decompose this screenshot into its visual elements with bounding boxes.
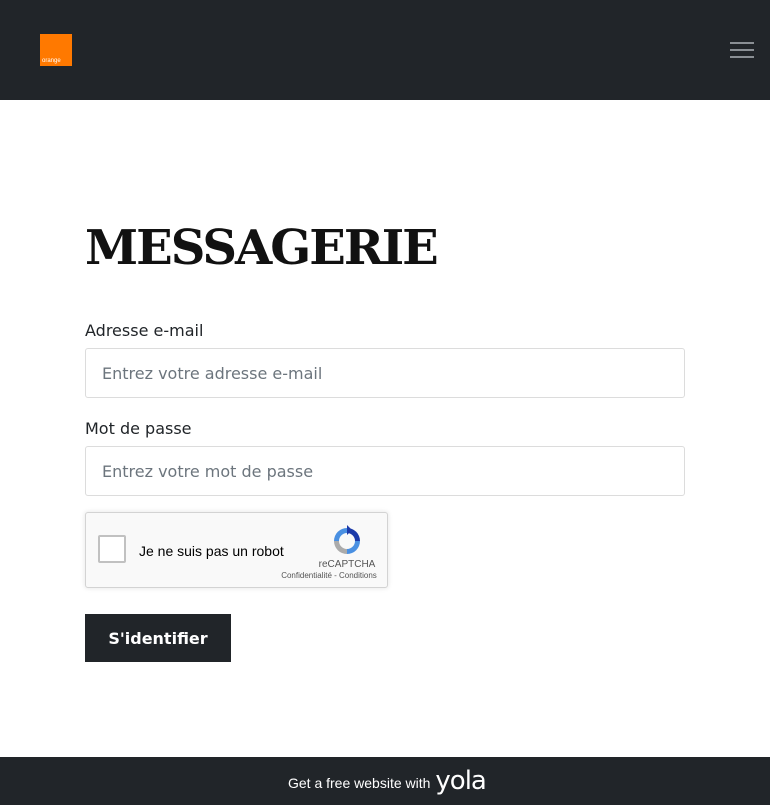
orange-logo[interactable]: orange	[40, 34, 72, 66]
login-button[interactable]: S'identifier	[85, 614, 231, 662]
yola-promo-link[interactable]: Get a free website with yola	[288, 766, 487, 796]
recaptcha-links[interactable]: Confidentialité - Conditions	[269, 571, 389, 580]
password-label: Mot de passe	[85, 419, 192, 438]
recaptcha-label: Je ne suis pas un robot	[139, 543, 284, 559]
logo-text: orange	[42, 58, 61, 64]
footer: Get a free website with yola	[0, 757, 770, 805]
recaptcha-widget: Je ne suis pas un robot reCAPTCHA Confid…	[85, 512, 388, 588]
footer-text: Get a free website with	[288, 775, 431, 791]
recaptcha-logo-icon	[334, 525, 360, 554]
page-title: MESSAGERIE	[85, 220, 439, 276]
top-nav-bar: orange	[0, 0, 770, 100]
password-field[interactable]	[85, 446, 685, 496]
recaptcha-brand: reCAPTCHA	[318, 559, 376, 570]
email-field[interactable]	[85, 348, 685, 398]
recaptcha-checkbox[interactable]	[98, 535, 126, 563]
hamburger-menu-icon[interactable]	[730, 42, 754, 58]
yola-logo: yola	[435, 766, 486, 796]
email-label: Adresse e-mail	[85, 321, 204, 340]
